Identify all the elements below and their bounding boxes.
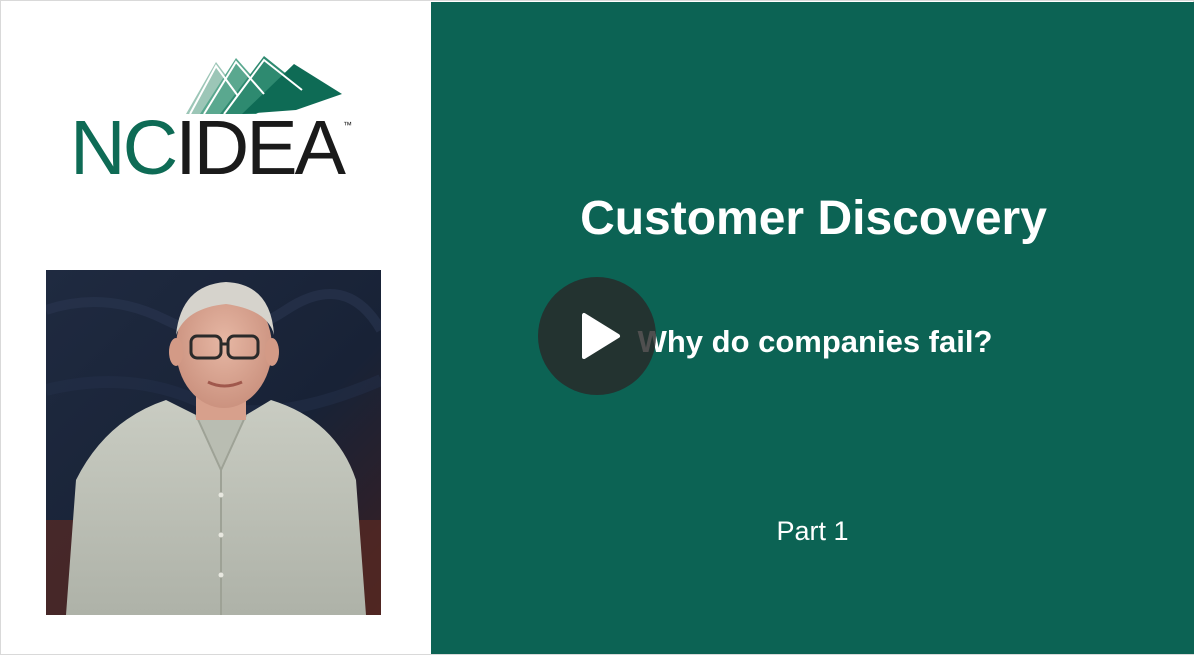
logo-wordmark: NCIDEA xyxy=(70,110,346,187)
video-embed-frame: NCIDEA ™ Customer Discovery Why do compa… xyxy=(0,0,1194,655)
slide-title-row: Customer Discovery xyxy=(431,192,1194,246)
presenter-video xyxy=(46,270,381,615)
slide-subtitle: Why do companies fail? xyxy=(637,324,993,359)
branding-panel: NCIDEA ™ xyxy=(2,2,431,653)
play-icon xyxy=(582,313,620,359)
slide-part-label: Part 1 xyxy=(776,516,849,546)
logo-suffix: IDEA xyxy=(175,105,346,191)
trademark-symbol: ™ xyxy=(343,120,352,130)
slide-part-row: Part 1 xyxy=(431,515,1194,547)
ncidea-logo: NCIDEA ™ xyxy=(68,54,358,189)
logo-prefix: NC xyxy=(70,105,178,191)
presenter-image-icon xyxy=(46,270,381,615)
play-button[interactable] xyxy=(538,277,656,395)
slide-title: Customer Discovery xyxy=(580,192,1047,245)
